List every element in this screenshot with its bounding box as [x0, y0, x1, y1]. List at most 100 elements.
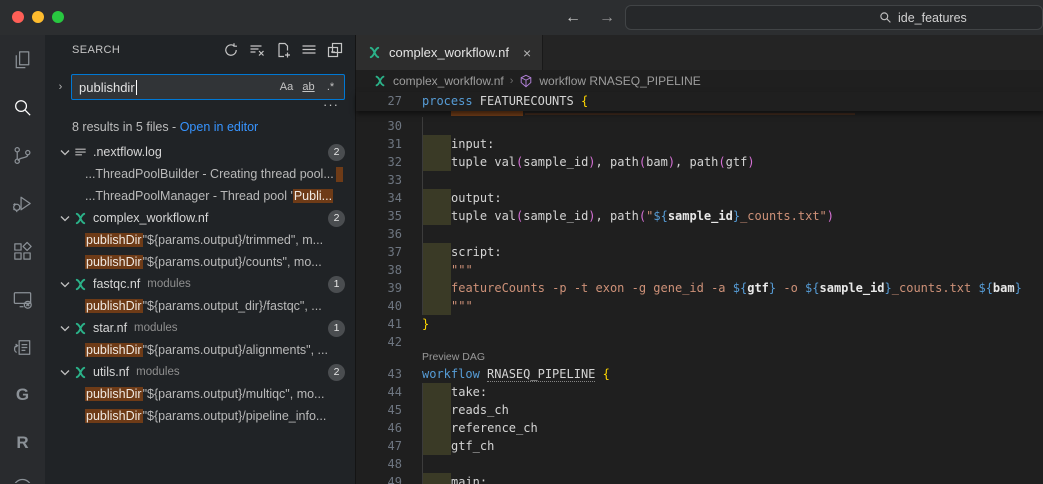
- collapse-all-icon[interactable]: [326, 42, 343, 59]
- explorer-icon[interactable]: [0, 35, 45, 83]
- extensions-icon[interactable]: [0, 227, 45, 275]
- chevron-down-icon[interactable]: [57, 276, 73, 292]
- panel-title: SEARCH: [72, 44, 120, 56]
- code-line[interactable]: 48: [356, 455, 1043, 473]
- codelens-preview-dag[interactable]: Preview DAG: [356, 351, 1043, 365]
- code-line[interactable]: 47gtf_ch: [356, 437, 1043, 455]
- search-result-file[interactable]: star.nfmodules1: [45, 317, 355, 339]
- match-highlight: publishDir: [85, 233, 143, 247]
- search-result-file[interactable]: utils.nfmodules2: [45, 361, 355, 383]
- line-number: 48: [356, 455, 402, 473]
- search-result-match[interactable]: ...ThreadPoolBuilder - Creating thread p…: [45, 163, 355, 185]
- code-line[interactable]: 44take:: [356, 383, 1043, 401]
- toggle-search-details-button[interactable]: ···: [323, 100, 339, 115]
- code-token: script:: [451, 245, 502, 259]
- traffic-light[interactable]: [52, 11, 64, 23]
- code-token: gtf: [726, 155, 748, 169]
- chevron-down-icon[interactable]: [57, 144, 73, 160]
- code-area[interactable]: 3031input:32tuple val(sample_id), path(b…: [356, 117, 1043, 484]
- refresh-icon[interactable]: [222, 42, 239, 59]
- nav-forward-icon[interactable]: →: [599, 9, 615, 27]
- code-token: process: [422, 94, 480, 108]
- nav-back-icon[interactable]: ←: [565, 9, 581, 27]
- line-number: 43: [356, 365, 402, 383]
- source-control-icon[interactable]: [0, 131, 45, 179]
- code-token: ): [827, 209, 834, 223]
- run-debug-icon[interactable]: [0, 179, 45, 227]
- task-page-icon[interactable]: [0, 323, 45, 371]
- code-line[interactable]: 40""": [356, 297, 1043, 315]
- sticky-scroll-line[interactable]: 27process FEATURECOUNTS {: [356, 92, 1043, 111]
- regex-button[interactable]: .*: [321, 78, 340, 97]
- search-input[interactable]: publishdir Aa ab .*: [71, 74, 345, 100]
- code-line[interactable]: 34output:: [356, 189, 1043, 207]
- code-line[interactable]: 31input:: [356, 135, 1043, 153]
- r-language-icon[interactable]: R: [0, 419, 45, 467]
- code-token: {: [603, 367, 610, 381]
- command-center-search[interactable]: ide_features: [625, 5, 1043, 30]
- view-as-list-icon[interactable]: [300, 42, 317, 59]
- line-number: 49: [356, 473, 402, 484]
- traffic-light[interactable]: [32, 11, 44, 23]
- title-bar: ← → ide_features: [0, 0, 1043, 35]
- open-in-editor-link[interactable]: Open in editor: [180, 120, 259, 134]
- match-highlight: publishDir: [85, 255, 143, 269]
- search-result-file[interactable]: fastqc.nfmodules1: [45, 273, 355, 295]
- hidden-partial-icon[interactable]: [0, 467, 45, 483]
- match-text: ...ThreadPoolBuilder - Creating thread p…: [85, 167, 334, 181]
- code-line[interactable]: 46reference_ch: [356, 419, 1043, 437]
- code-token: bam: [646, 155, 668, 169]
- search-result-match[interactable]: publishDir "${params.output_dir}/fastqc"…: [45, 295, 355, 317]
- clear-search-results-icon[interactable]: [248, 42, 265, 59]
- search-result-match[interactable]: publishDir "${params.output}/trimmed", m…: [45, 229, 355, 251]
- code-line[interactable]: 33: [356, 171, 1043, 189]
- chevron-down-icon[interactable]: [57, 320, 73, 336]
- whole-word-button[interactable]: ab: [299, 78, 318, 97]
- breadcrumb-separator: ›: [510, 75, 514, 87]
- code-line[interactable]: 35tuple val(sample_id), path("${sample_i…: [356, 207, 1043, 225]
- traffic-light[interactable]: [12, 11, 24, 23]
- code-line[interactable]: 37script:: [356, 243, 1043, 261]
- code-token: featureCounts -p -t exon -g gene_id -a: [451, 281, 733, 295]
- search-result-match[interactable]: publishDir "${params.output}/counts", mo…: [45, 251, 355, 273]
- search-result-match[interactable]: publishDir "${params.output}/multiqc", m…: [45, 383, 355, 405]
- code-token: sample_id: [820, 281, 885, 295]
- open-new-search-editor-icon[interactable]: [274, 42, 291, 59]
- line-number: 34: [356, 189, 402, 207]
- search-result-match[interactable]: publishDir "${params.output}/pipeline_in…: [45, 405, 355, 427]
- chevron-down-icon[interactable]: [57, 210, 73, 226]
- toggle-replace-chevron-icon[interactable]: ›: [53, 81, 68, 93]
- code-line[interactable]: 42: [356, 333, 1043, 351]
- code-line[interactable]: 43workflow RNASEQ_PIPELINE {: [356, 365, 1043, 383]
- code-line[interactable]: 30: [356, 117, 1043, 135]
- code-line[interactable]: 49main:: [356, 473, 1043, 484]
- remote-explorer-icon[interactable]: [0, 275, 45, 323]
- file-folder-description: modules: [136, 366, 179, 378]
- code-token: , path: [675, 155, 718, 169]
- tab-close-icon[interactable]: ×: [523, 45, 531, 61]
- search-result-match[interactable]: ...ThreadPoolManager - Thread pool 'Publ…: [45, 185, 355, 207]
- code-token: ${: [733, 281, 747, 295]
- search-result-file[interactable]: complex_workflow.nf2: [45, 207, 355, 229]
- code-line[interactable]: 41}: [356, 315, 1043, 333]
- tab-complex-workflow[interactable]: complex_workflow.nf ×: [356, 35, 543, 70]
- chevron-down-icon[interactable]: [57, 364, 73, 380]
- match-case-button[interactable]: Aa: [277, 78, 296, 97]
- code-token: ${: [653, 209, 667, 223]
- search-icon[interactable]: [0, 83, 45, 131]
- code-line[interactable]: 38""": [356, 261, 1043, 279]
- gitlens-icon[interactable]: G: [0, 371, 45, 419]
- code-line[interactable]: 36: [356, 225, 1043, 243]
- breadcrumb-symbol[interactable]: workflow RNASEQ_PIPELINE: [539, 74, 700, 88]
- breadcrumb[interactable]: complex_workflow.nf › workflow RNASEQ_PI…: [356, 70, 1043, 92]
- code-line[interactable]: 45reads_ch: [356, 401, 1043, 419]
- code-line[interactable]: 39featureCounts -p -t exon -g gene_id -a…: [356, 279, 1043, 297]
- search-result-file[interactable]: .nextflow.log2: [45, 141, 355, 163]
- search-result-match[interactable]: publishDir "${params.output}/alignments"…: [45, 339, 355, 361]
- breadcrumb-file[interactable]: complex_workflow.nf: [393, 74, 504, 88]
- code-token: FEATURECOUNTS: [480, 94, 581, 108]
- indent-highlight: [422, 297, 451, 315]
- symbol-module-icon: [519, 74, 533, 88]
- code-line[interactable]: 32tuple val(sample_id), path(bam), path(…: [356, 153, 1043, 171]
- file-name: fastqc.nf: [93, 277, 140, 291]
